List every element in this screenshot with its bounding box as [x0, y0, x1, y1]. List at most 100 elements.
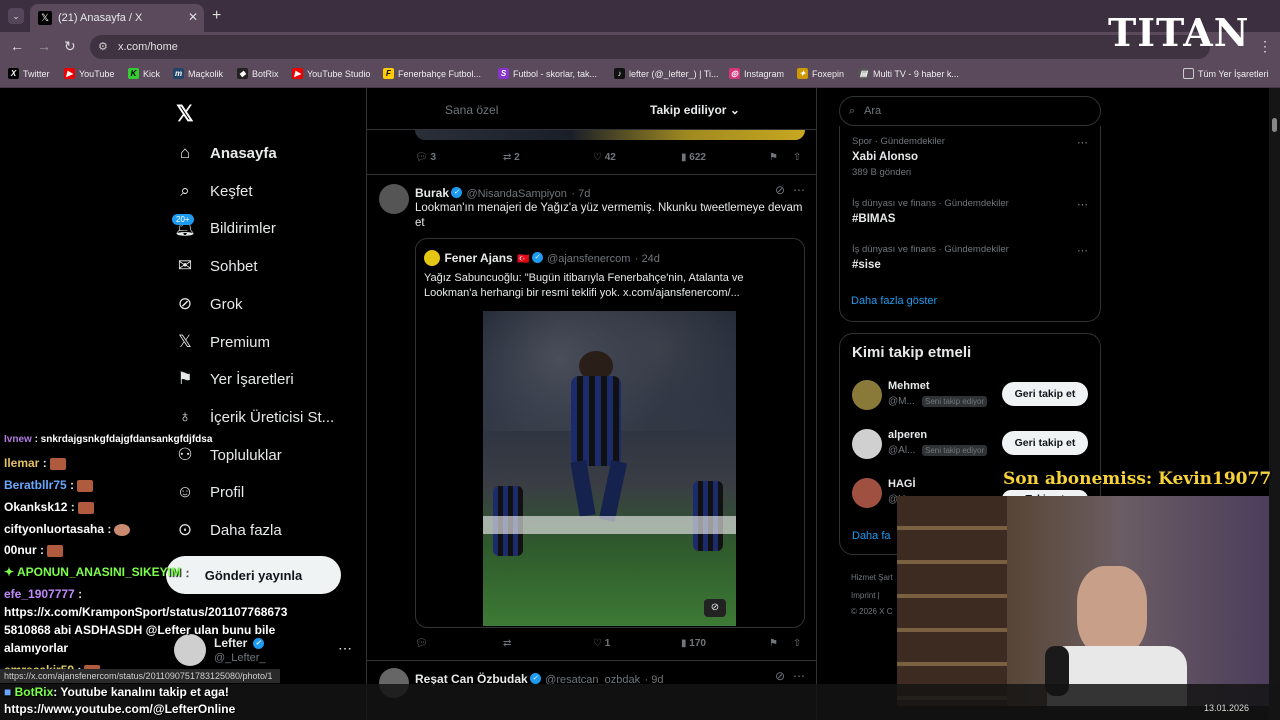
- repost-button[interactable]: ⇄ 2: [503, 152, 520, 163]
- bookmark-kick[interactable]: K Kick: [128, 68, 160, 79]
- forward-icon[interactable]: →: [37, 38, 51, 54]
- chat-line: ciftyonluortasaha :: [4, 522, 131, 536]
- close-tab-icon[interactable]: ✕: [188, 10, 198, 24]
- grok-analyze-icon[interactable]: ⊘: [775, 669, 785, 683]
- home-icon: ⌂: [179, 143, 191, 162]
- bookmark-twitter[interactable]: X Twitter: [8, 68, 50, 79]
- avatar[interactable]: [379, 184, 409, 214]
- verified-icon: ✓: [252, 638, 264, 650]
- footer-link[interactable]: Imprint |: [851, 591, 880, 600]
- trend-item[interactable]: Spor · Gündemdekiler Xabi Alonso 389 B g…: [852, 136, 1092, 178]
- who-to-follow-title: Kimi takip etmeli: [852, 344, 972, 361]
- chat-user: 00nur: [4, 543, 37, 557]
- new-tab-icon[interactable]: +: [212, 7, 221, 25]
- nav-bookmarks[interactable]: ⚑ Yer İşaretleri: [174, 368, 293, 390]
- views-button[interactable]: ▮ 622: [681, 152, 706, 163]
- nav-explore[interactable]: ⌕ Keşfet: [174, 180, 252, 202]
- more-dots-icon[interactable]: ⋯: [338, 640, 352, 657]
- bookmark-futbol[interactable]: S Futbol - skorlar, tak...: [498, 68, 597, 79]
- tweet-photo[interactable]: ⊘: [483, 311, 736, 626]
- x-favicon-icon: 𝕏: [38, 11, 52, 25]
- chat-user: Ilemar: [4, 456, 40, 470]
- bookmark-botrix[interactable]: ◆ BotRix: [237, 68, 279, 79]
- search-icon: ⌕: [849, 105, 856, 117]
- follow-name: Mehmet: [888, 380, 930, 392]
- footer-link[interactable]: Hizmet Şart: [851, 573, 893, 582]
- chat-line: Beratbllr75 :: [4, 478, 94, 492]
- reply-button[interactable]: 💬︎: [415, 638, 428, 649]
- like-button[interactable]: ♡ 1: [593, 638, 610, 649]
- account-name: Lefter ✓: [214, 636, 264, 650]
- bookmark-fenerbahce[interactable]: F Fenerbahçe Futbol...: [383, 68, 481, 79]
- nav-home[interactable]: ⌂ Anasayfa: [174, 142, 277, 164]
- follow-suggestion[interactable]: alperen @Al... Seni takip ediyor Geri ta…: [852, 429, 1092, 465]
- bookmark-multitv[interactable]: ▤ Multi TV - 9 haber k...: [858, 68, 959, 79]
- notification-badge: 20+: [172, 214, 194, 225]
- nav-messages[interactable]: ✉ Sohbet: [174, 255, 258, 277]
- bookmark-tweet-icon[interactable]: ⚑: [769, 152, 778, 163]
- grok-analyze-icon[interactable]: ⊘: [775, 183, 785, 197]
- grok-icon: ⊘: [177, 294, 193, 313]
- emote-icon: [114, 523, 131, 536]
- tab-for-you[interactable]: Sana özel: [445, 103, 498, 117]
- search-input[interactable]: ⌕ Ara: [839, 96, 1101, 126]
- bookmark-tiktok[interactable]: ♪ lefter (@_lefter_) | Ti...: [614, 68, 719, 79]
- back-icon[interactable]: ←: [10, 38, 24, 54]
- tab-search-icon[interactable]: ⌄: [8, 8, 24, 24]
- more-dots-icon[interactable]: ⋯: [1077, 136, 1088, 149]
- like-button[interactable]: ♡ 42: [593, 152, 616, 163]
- bookmarks-folder[interactable]: Tüm Yer İşaretleri: [1183, 68, 1269, 79]
- more-dots-icon[interactable]: ⋯: [793, 183, 805, 197]
- tweet-handle[interactable]: @NisandaSampiyon: [466, 188, 566, 200]
- follow-back-button[interactable]: Geri takip et: [1002, 382, 1088, 406]
- trend-item[interactable]: İş dünyası ve finans · Gündemdekiler #si…: [852, 244, 1092, 271]
- emote-icon: [77, 501, 94, 514]
- post-button[interactable]: Gönderi yayınla: [166, 556, 341, 594]
- browser-tab-active[interactable]: 𝕏 (21) Anasayfa / X ✕: [30, 4, 204, 32]
- address-bar[interactable]: ⚙ x.com/home: [90, 35, 1210, 59]
- bookmark-youtube[interactable]: ▶ YouTube: [64, 68, 114, 79]
- reply-button[interactable]: 💬︎ 3: [415, 152, 436, 163]
- views-button[interactable]: ▮ 170: [681, 638, 706, 649]
- bookmark-mackolik[interactable]: m Maçkolik: [173, 68, 223, 79]
- follow-back-button[interactable]: Geri takip et: [1002, 431, 1088, 455]
- nav-profile[interactable]: ☺ Profil: [174, 481, 244, 503]
- show-more-link[interactable]: Daha fa: [852, 530, 891, 542]
- reload-icon[interactable]: ↻: [64, 38, 76, 55]
- grok-image-icon[interactable]: ⊘: [704, 599, 726, 617]
- quoted-tweet[interactable]: Fener Ajans 🇹🇷 ✓ @ajansfenercom · 24d Yağ…: [415, 238, 805, 628]
- browser-menu-icon[interactable]: ⋮: [1258, 38, 1272, 55]
- show-more-link[interactable]: Daha fazla göster: [851, 295, 937, 307]
- trend-item[interactable]: İş dünyası ve finans · Gündemdekiler #BI…: [852, 198, 1092, 225]
- tweet-time[interactable]: · 7d: [571, 188, 590, 200]
- webcam-feed: [897, 496, 1269, 706]
- bookmark-instagram[interactable]: ◎ Instagram: [729, 68, 784, 79]
- tweet-author[interactable]: Burak: [415, 186, 449, 200]
- nav-more[interactable]: ⊙ Daha fazla: [174, 519, 282, 541]
- nav-premium[interactable]: 𝕏 Premium: [174, 331, 270, 353]
- nav-creator-studio[interactable]: ♁ İçerik Üreticisi St...: [174, 406, 335, 428]
- x-logo-icon[interactable]: 𝕏: [176, 101, 194, 127]
- bookmark-label: Multi TV - 9 haber k...: [873, 68, 959, 79]
- chat-line: efe_1907777 :: [4, 587, 82, 601]
- more-dots-icon[interactable]: ⋯: [1077, 198, 1088, 211]
- tab-following[interactable]: Takip ediliyor ⌄: [650, 103, 740, 117]
- avatar: [852, 429, 882, 459]
- bookmark-label: Maçkolik: [188, 68, 224, 79]
- scrollbar[interactable]: [1269, 88, 1280, 720]
- subscriber-alert: Son abonemiss: Kevin19077: [1003, 469, 1272, 489]
- more-dots-icon[interactable]: ⋯: [793, 669, 805, 683]
- repost-button[interactable]: ⇄: [503, 638, 511, 649]
- follow-suggestion[interactable]: Mehmet @M... Seni takip ediyor Geri taki…: [852, 380, 1092, 416]
- nav-communities[interactable]: ⚇ Topluluklar: [174, 444, 281, 466]
- bookmark-tweet-icon[interactable]: ⚑: [769, 638, 778, 649]
- bookmark-foxepin[interactable]: ✦ Foxepin: [797, 68, 844, 79]
- more-dots-icon[interactable]: ⋯: [1077, 244, 1088, 257]
- site-info-icon[interactable]: ⚙: [98, 35, 108, 59]
- bookmark-youtube-studio[interactable]: ▶ YouTube Studio: [292, 68, 370, 79]
- scrollbar-thumb[interactable]: [1272, 118, 1277, 132]
- nav-label: Profil: [210, 483, 245, 501]
- nav-grok[interactable]: ⊘ Grok: [174, 293, 243, 315]
- share-icon[interactable]: ⇧: [793, 638, 801, 649]
- share-icon[interactable]: ⇧: [793, 152, 801, 163]
